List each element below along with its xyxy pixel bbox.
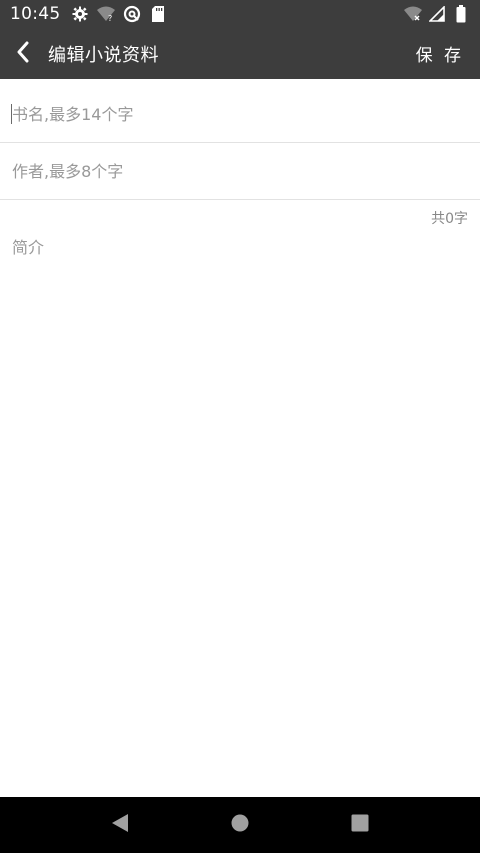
wifi-question-icon: ? <box>96 5 115 23</box>
title-input[interactable] <box>12 104 452 124</box>
word-count: 共0字 <box>431 211 468 227</box>
recents-square-icon <box>351 814 369 836</box>
status-icons-left: ? <box>71 5 167 23</box>
author-field-row <box>0 143 480 200</box>
intro-textarea[interactable] <box>12 234 468 774</box>
nav-back-button[interactable] <box>100 805 140 845</box>
save-button[interactable]: 保 存 <box>416 41 464 66</box>
status-time: 10:45 <box>10 4 61 24</box>
home-circle-icon <box>231 814 249 836</box>
signal-icon <box>428 5 446 23</box>
gear-icon <box>71 5 89 23</box>
nav-recents-button[interactable] <box>340 805 380 845</box>
text-cursor <box>11 104 12 124</box>
status-bar: 10:45 ? <box>0 0 480 28</box>
wifi-x-icon <box>404 5 422 23</box>
app-bar: 编辑小说资料 保 存 <box>0 28 480 79</box>
back-triangle-icon <box>111 813 129 837</box>
vpn-icon <box>123 5 141 23</box>
nav-home-button[interactable] <box>220 805 260 845</box>
back-button[interactable] <box>0 28 46 79</box>
page-title: 编辑小说资料 <box>48 44 159 66</box>
system-nav-bar <box>0 797 480 853</box>
chevron-left-icon <box>16 41 30 67</box>
title-field-row <box>0 86 480 143</box>
author-input[interactable] <box>12 161 452 181</box>
svg-text:?: ? <box>108 14 112 22</box>
status-icons-right <box>404 5 470 23</box>
sd-card-icon <box>149 5 167 23</box>
battery-icon <box>452 5 470 23</box>
